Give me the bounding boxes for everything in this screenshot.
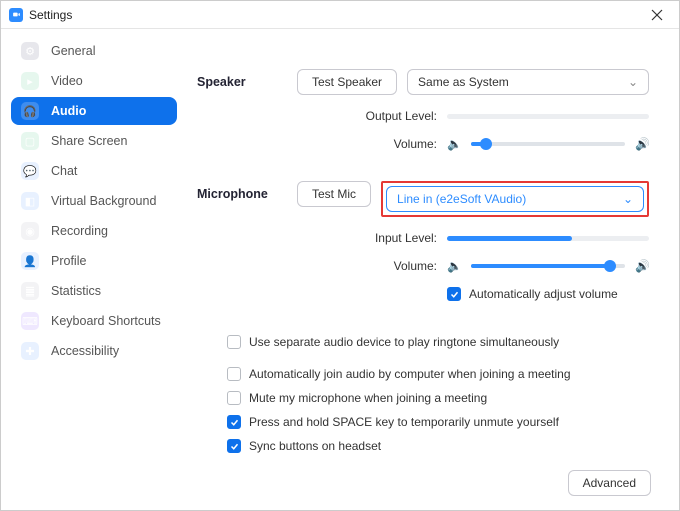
- accessibility-icon: ✚: [21, 342, 39, 360]
- sidebar: ⚙ General ▸ Video 🎧 Audio ▢ Share Screen…: [1, 29, 187, 510]
- auto-join-audio-label: Automatically join audio by computer whe…: [249, 367, 571, 381]
- chevron-down-icon: ⌄: [623, 192, 633, 206]
- sync-headset-label: Sync buttons on headset: [249, 439, 381, 453]
- sidebar-item-label: Recording: [51, 224, 108, 238]
- audio-options: Use separate audio device to play ringto…: [227, 335, 649, 453]
- test-speaker-button[interactable]: Test Speaker: [297, 69, 397, 95]
- auto-adjust-volume-checkbox[interactable]: [447, 287, 461, 301]
- speaker-volume-label: Volume:: [297, 137, 437, 151]
- speaker-low-icon: 🔈: [447, 137, 461, 151]
- gear-icon: ⚙: [21, 42, 39, 60]
- sidebar-item-share-screen[interactable]: ▢ Share Screen: [11, 127, 177, 155]
- close-button[interactable]: [643, 1, 671, 28]
- input-level-meter: [447, 236, 649, 241]
- space-unmute-label: Press and hold SPACE key to temporarily …: [249, 415, 559, 429]
- test-mic-button[interactable]: Test Mic: [297, 181, 371, 207]
- mute-on-join-label: Mute my microphone when joining a meetin…: [249, 391, 487, 405]
- headphones-icon: 🎧: [21, 102, 39, 120]
- sidebar-item-label: Profile: [51, 254, 86, 268]
- sidebar-item-label: Keyboard Shortcuts: [51, 314, 161, 328]
- sidebar-item-recording[interactable]: ◉ Recording: [11, 217, 177, 245]
- output-level-meter: [447, 114, 649, 119]
- microphone-volume-slider[interactable]: [471, 264, 625, 268]
- statistics-icon: ䷀: [21, 282, 39, 300]
- settings-window: Settings ⚙ General ▸ Video 🎧 Audio ▢ Sha…: [0, 0, 680, 511]
- auto-join-audio-checkbox[interactable]: [227, 367, 241, 381]
- titlebar: Settings: [1, 1, 679, 29]
- sidebar-item-label: Chat: [51, 164, 77, 178]
- advanced-button[interactable]: Advanced: [568, 470, 651, 496]
- sidebar-item-virtual-background[interactable]: ◧ Virtual Background: [11, 187, 177, 215]
- sidebar-item-label: Statistics: [51, 284, 101, 298]
- speaker-high-icon: 🔊: [635, 259, 649, 273]
- speaker-high-icon: 🔊: [635, 137, 649, 151]
- keyboard-icon: ⌨: [21, 312, 39, 330]
- sidebar-item-audio[interactable]: 🎧 Audio: [11, 97, 177, 125]
- sidebar-item-label: Virtual Background: [51, 194, 156, 208]
- sidebar-item-video[interactable]: ▸ Video: [11, 67, 177, 95]
- virtual-background-icon: ◧: [21, 192, 39, 210]
- microphone-heading: Microphone: [197, 181, 297, 201]
- speaker-volume-slider[interactable]: [471, 142, 625, 146]
- sidebar-item-general[interactable]: ⚙ General: [11, 37, 177, 65]
- video-icon: ▸: [21, 72, 39, 90]
- chevron-down-icon: ⌄: [628, 75, 638, 89]
- speaker-device-value: Same as System: [418, 75, 509, 89]
- sidebar-item-statistics[interactable]: ䷀ Statistics: [11, 277, 177, 305]
- speaker-heading: Speaker: [197, 69, 297, 89]
- speaker-section: Speaker Test Speaker Same as System ⌄ Ou…: [197, 69, 649, 165]
- microphone-section: Microphone Test Mic Line in (e2eSoft VAu…: [197, 181, 649, 319]
- speaker-device-select[interactable]: Same as System ⌄: [407, 69, 649, 95]
- chat-icon: 💬: [21, 162, 39, 180]
- microphone-device-value: Line in (e2eSoft VAudio): [397, 192, 526, 206]
- output-level-label: Output Level:: [297, 109, 437, 123]
- sidebar-item-label: Video: [51, 74, 83, 88]
- app-icon: [9, 8, 23, 22]
- sidebar-item-label: Share Screen: [51, 134, 127, 148]
- auto-adjust-volume-label: Automatically adjust volume: [469, 287, 618, 301]
- sidebar-item-label: Audio: [51, 104, 86, 118]
- sidebar-item-chat[interactable]: 💬 Chat: [11, 157, 177, 185]
- sync-headset-checkbox[interactable]: [227, 439, 241, 453]
- speaker-low-icon: 🔈: [447, 259, 461, 273]
- recording-icon: ◉: [21, 222, 39, 240]
- sidebar-item-keyboard-shortcuts[interactable]: ⌨ Keyboard Shortcuts: [11, 307, 177, 335]
- share-screen-icon: ▢: [21, 132, 39, 150]
- ringtone-device-checkbox[interactable]: [227, 335, 241, 349]
- sidebar-item-label: Accessibility: [51, 344, 119, 358]
- microphone-select-highlight: Line in (e2eSoft VAudio) ⌄: [381, 181, 649, 217]
- microphone-device-select[interactable]: Line in (e2eSoft VAudio) ⌄: [386, 186, 644, 212]
- input-level-label: Input Level:: [297, 231, 437, 245]
- mute-on-join-checkbox[interactable]: [227, 391, 241, 405]
- profile-icon: 👤: [21, 252, 39, 270]
- space-unmute-checkbox[interactable]: [227, 415, 241, 429]
- sidebar-item-label: General: [51, 44, 95, 58]
- content-pane: Speaker Test Speaker Same as System ⌄ Ou…: [187, 29, 679, 510]
- ringtone-device-label: Use separate audio device to play ringto…: [249, 335, 559, 349]
- window-title: Settings: [29, 8, 72, 22]
- microphone-volume-label: Volume:: [297, 259, 437, 273]
- sidebar-item-profile[interactable]: 👤 Profile: [11, 247, 177, 275]
- sidebar-item-accessibility[interactable]: ✚ Accessibility: [11, 337, 177, 365]
